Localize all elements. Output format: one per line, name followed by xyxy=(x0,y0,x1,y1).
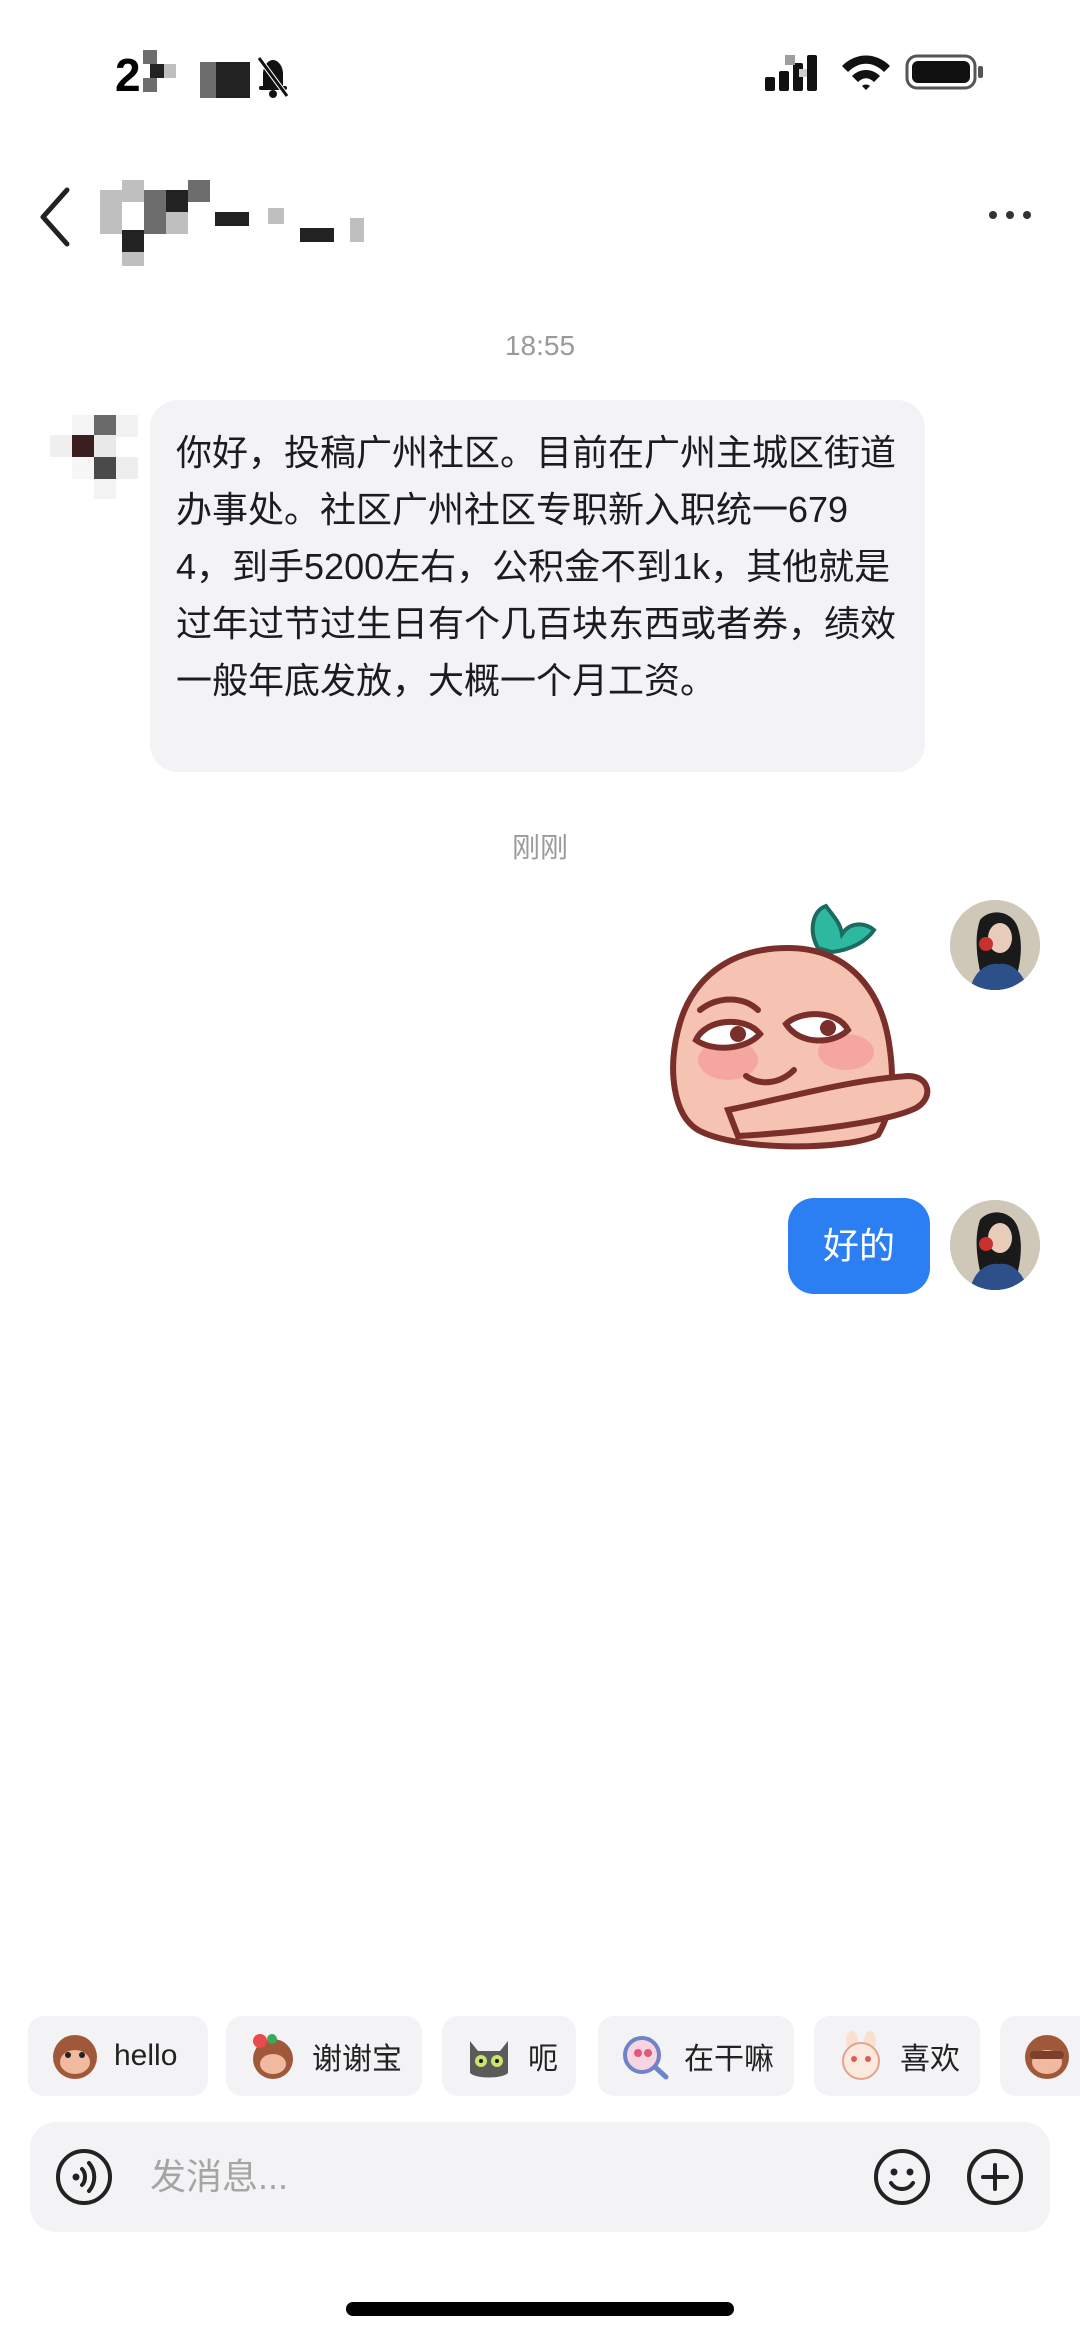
magnifier-sticker-icon xyxy=(623,2036,669,2080)
incoming-message-bubble[interactable]: 你好，投稿广州社区。目前在广州主城区街道办事处。社区广州社区专职新入职统一679… xyxy=(150,400,925,772)
monkey-sticker-icon xyxy=(53,2035,97,2079)
battery-icon xyxy=(905,54,983,90)
quick-reply-label: 喜欢 xyxy=(900,2043,960,2076)
signal-icon xyxy=(765,55,817,91)
back-arrow-icon[interactable] xyxy=(35,182,75,252)
add-icon[interactable] xyxy=(965,2147,1025,2207)
more-options-icon[interactable] xyxy=(985,200,1035,230)
message-input[interactable] xyxy=(150,2142,750,2212)
quick-reply-bar: hello 谢谢宝 呃 在干嘛 喜欢 xyxy=(28,2016,1080,2098)
quick-reply-chip[interactable]: 谢谢宝 xyxy=(226,2016,422,2096)
outgoing-message-bubble[interactable]: 好的 xyxy=(788,1198,930,1294)
status-bar: 2 xyxy=(0,0,1080,150)
cat-sticker-icon xyxy=(470,2041,508,2078)
contact-name-pixelated[interactable] xyxy=(100,170,380,270)
quick-reply-chip[interactable]: 呃 xyxy=(442,2016,576,2096)
peach-smirk-sticker[interactable] xyxy=(668,900,938,1160)
quick-reply-chip[interactable]: 喜欢 xyxy=(814,2016,980,2096)
monkey-sticker-icon xyxy=(1025,2035,1069,2079)
quick-reply-chip[interactable] xyxy=(1000,2016,1080,2096)
quick-reply-label: 在干嘛 xyxy=(684,2043,774,2076)
message-timestamp: 18:55 xyxy=(504,330,576,361)
user-avatar[interactable] xyxy=(950,1200,1040,1290)
emoji-icon[interactable] xyxy=(872,2147,932,2207)
mute-icon xyxy=(256,56,290,98)
contact-avatar[interactable] xyxy=(50,415,140,505)
monkey-flower-sticker-icon xyxy=(253,2034,293,2079)
message-input-bar xyxy=(30,2122,1050,2232)
bunny-sticker-icon xyxy=(842,2031,880,2080)
quick-reply-chip[interactable]: 在干嘛 xyxy=(598,2016,794,2096)
quick-reply-label: hello xyxy=(114,2039,178,2072)
home-indicator[interactable] xyxy=(346,2302,734,2316)
user-avatar[interactable] xyxy=(950,900,1040,990)
chat-header xyxy=(0,160,1080,290)
quick-reply-label: 呃 xyxy=(528,2043,558,2076)
quick-reply-label: 谢谢宝 xyxy=(312,2043,402,2076)
status-time: 2 xyxy=(115,49,141,101)
wifi-icon xyxy=(842,55,890,90)
message-timestamp: 刚刚 xyxy=(511,832,568,863)
voice-input-icon[interactable] xyxy=(54,2147,114,2207)
quick-reply-chip[interactable]: hello xyxy=(28,2016,208,2096)
